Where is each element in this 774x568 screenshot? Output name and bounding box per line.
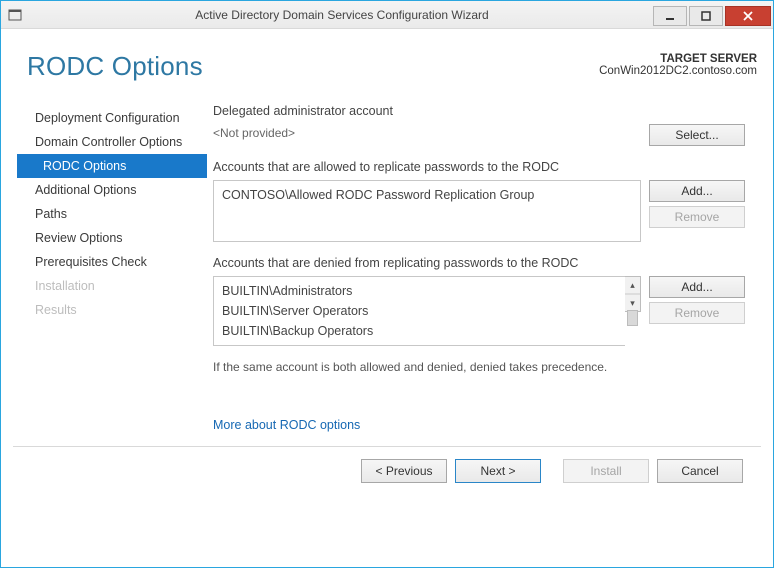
nav-rodc-options[interactable]: RODC Options: [17, 154, 207, 178]
delegated-admin-label: Delegated administrator account: [213, 104, 745, 118]
nav-additional-options[interactable]: Additional Options: [17, 178, 207, 202]
denied-accounts-label: Accounts that are denied from replicatin…: [213, 256, 745, 270]
scroll-down-icon[interactable]: ▾: [625, 294, 640, 311]
delegated-admin-value: <Not provided>: [213, 124, 649, 140]
nav-prerequisites-check[interactable]: Prerequisites Check: [17, 250, 207, 274]
app-icon: [7, 7, 23, 23]
target-server-name: ConWin2012DC2.contoso.com: [599, 65, 757, 77]
target-server-label: TARGET SERVER: [599, 53, 757, 65]
next-button[interactable]: Next >: [455, 459, 541, 483]
denied-add-button[interactable]: Add...: [649, 276, 745, 298]
list-item[interactable]: BUILTIN\Administrators: [222, 281, 617, 301]
nav-deployment-configuration[interactable]: Deployment Configuration: [17, 106, 207, 130]
scroll-up-icon[interactable]: ▴: [625, 277, 640, 294]
more-about-rodc-link[interactable]: More about RODC options: [213, 418, 360, 432]
allowed-accounts-label: Accounts that are allowed to replicate p…: [213, 160, 745, 174]
scroll-thumb[interactable]: [627, 310, 638, 326]
denied-scrollbar[interactable]: ▴ ▾: [625, 276, 641, 312]
nav-domain-controller-options[interactable]: Domain Controller Options: [17, 130, 207, 154]
minimize-button[interactable]: [653, 6, 687, 26]
allowed-add-button[interactable]: Add...: [649, 180, 745, 202]
nav-paths[interactable]: Paths: [17, 202, 207, 226]
target-server-block: TARGET SERVER ConWin2012DC2.contoso.com: [599, 53, 757, 77]
maximize-button[interactable]: [689, 6, 723, 26]
page-title: RODC Options: [27, 51, 203, 82]
cancel-button[interactable]: Cancel: [657, 459, 743, 483]
select-button[interactable]: Select...: [649, 124, 745, 146]
window-title: Active Directory Domain Services Configu…: [31, 8, 653, 22]
wizard-nav: Deployment Configuration Domain Controll…: [17, 104, 207, 432]
precedence-hint: If the same account is both allowed and …: [213, 360, 745, 374]
allowed-remove-button: Remove: [649, 206, 745, 228]
titlebar: Active Directory Domain Services Configu…: [1, 1, 773, 29]
list-item[interactable]: BUILTIN\Server Operators: [222, 301, 617, 321]
close-button[interactable]: [725, 6, 771, 26]
list-item[interactable]: BUILTIN\Backup Operators: [222, 321, 617, 341]
previous-button[interactable]: < Previous: [361, 459, 447, 483]
nav-review-options[interactable]: Review Options: [17, 226, 207, 250]
denied-remove-button: Remove: [649, 302, 745, 324]
denied-accounts-list[interactable]: BUILTIN\Administrators BUILTIN\Server Op…: [213, 276, 625, 346]
list-item[interactable]: CONTOSO\Allowed RODC Password Replicatio…: [222, 185, 632, 205]
nav-results: Results: [17, 298, 207, 322]
install-button: Install: [563, 459, 649, 483]
nav-installation: Installation: [17, 274, 207, 298]
allowed-accounts-list[interactable]: CONTOSO\Allowed RODC Password Replicatio…: [213, 180, 641, 242]
wizard-footer: < Previous Next > Install Cancel: [13, 446, 761, 495]
